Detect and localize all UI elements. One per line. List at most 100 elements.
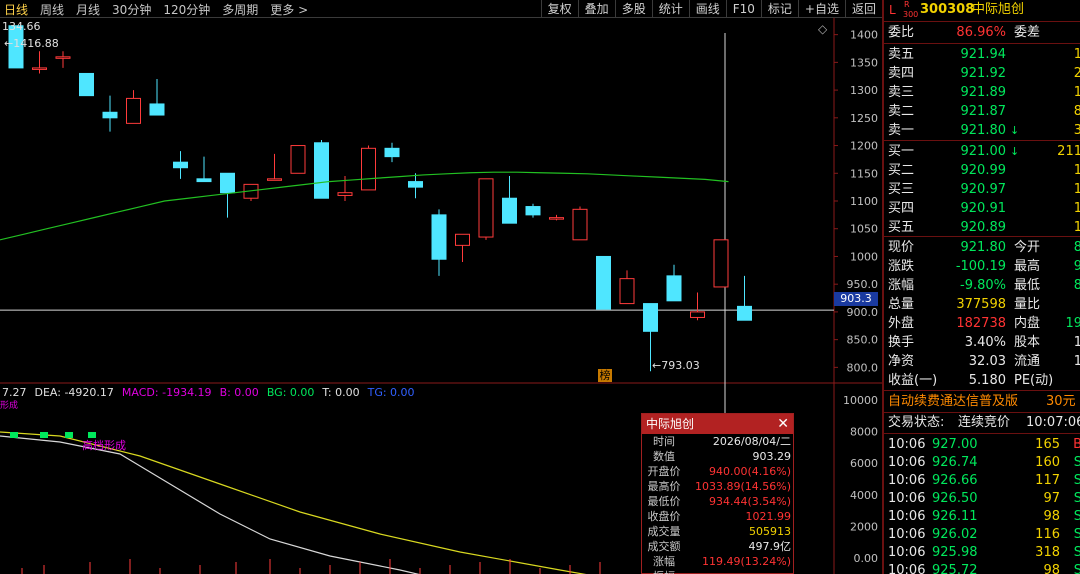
signal-marker bbox=[65, 432, 73, 438]
sub-axis-label: 4000 bbox=[850, 489, 878, 502]
tick-flag: S bbox=[1074, 526, 1080, 544]
stat-value: -9.80% bbox=[960, 278, 1006, 293]
toolbar-action-button[interactable]: 标记 bbox=[760, 0, 798, 18]
stat-key: 总量 bbox=[888, 297, 915, 312]
tick-row: 10:06 925.72 98 S bbox=[886, 562, 1080, 574]
ad-price[interactable]: 30元 bbox=[1046, 392, 1076, 411]
stat-value-2: 8 bbox=[1074, 238, 1080, 257]
stat-row: 换手 3.40% 股本 1 bbox=[886, 333, 1080, 352]
tooltip-row: 最高价 1033.89(14.56%) bbox=[642, 479, 793, 494]
toolbar-action-button[interactable]: 多股 bbox=[614, 0, 652, 18]
tooltip-value: 940.00(4.16%) bbox=[708, 465, 791, 478]
tick-price: 926.11 bbox=[932, 509, 978, 524]
tick-row: 10:06 926.11 98 S bbox=[886, 508, 1080, 526]
ad-banner[interactable]: 自动续费通达信普及版 30元 bbox=[886, 392, 1080, 412]
price-axis-label: 1150 bbox=[850, 167, 878, 180]
tick-flag: S bbox=[1074, 508, 1080, 526]
ad-text[interactable]: 自动续费通达信普及版 bbox=[888, 392, 1018, 411]
bid-price: 920.99 bbox=[960, 163, 1007, 178]
stat-row: 涨幅 -9.80% 最低 8 bbox=[886, 276, 1080, 295]
sub-axis-label: 2000 bbox=[850, 521, 878, 534]
tick-time: 10:06 bbox=[888, 491, 926, 506]
trade-status-value: 连续竞价 bbox=[958, 415, 1011, 430]
tick-time: 10:06 bbox=[888, 563, 926, 574]
candlestick bbox=[126, 90, 141, 124]
stat-key: 收益(一) bbox=[888, 373, 938, 388]
candlestick bbox=[619, 270, 635, 305]
tooltip-value: 505913 bbox=[749, 525, 791, 538]
bid-level-row: 买五 920.89 1 bbox=[886, 218, 1080, 237]
level-l-icon[interactable]: L bbox=[889, 1, 896, 20]
toolbar-action-button[interactable]: 返回 bbox=[844, 0, 882, 18]
rank-badge[interactable]: 榜 bbox=[598, 369, 612, 382]
stat-value: 182738 bbox=[956, 316, 1006, 331]
stat-value-2: 19 bbox=[1065, 316, 1080, 331]
tick-price: 926.02 bbox=[932, 527, 978, 542]
tooltip-key: 数值 bbox=[653, 450, 675, 463]
chart-settings-icon[interactable]: ◇ bbox=[818, 22, 827, 36]
stat-value-2: 8 bbox=[1074, 276, 1080, 295]
kline-chart[interactable]: 1400 1350 1300 1250 1200 1150 1100 1050 1000 950.… bbox=[0, 18, 882, 384]
tooltip-row: 数值 903.29 bbox=[642, 449, 793, 464]
candlestick bbox=[478, 178, 494, 240]
candlestick bbox=[690, 292, 705, 321]
tick-time: 10:06 bbox=[888, 527, 926, 542]
stat-key-2: PE(动) bbox=[1014, 373, 1054, 388]
candlestick bbox=[408, 173, 423, 199]
tick-flag: S bbox=[1074, 490, 1080, 508]
period-tab[interactable]: 月线 bbox=[76, 1, 100, 18]
bid-level-row: 买四 920.91 1 bbox=[886, 199, 1080, 218]
period-tab[interactable]: 多周期 bbox=[222, 1, 258, 18]
period-tab[interactable]: 30分钟 bbox=[112, 1, 151, 18]
stat-key-2: 最低 bbox=[1014, 278, 1041, 293]
toolbar-action-button[interactable]: 统计 bbox=[651, 0, 689, 18]
tooltip-key: 最高价 bbox=[647, 480, 681, 493]
stat-key-2: 股本 bbox=[1014, 335, 1041, 350]
tooltip-row: 最低价 934.44(3.54%) bbox=[642, 494, 793, 509]
close-icon[interactable]: ✕ bbox=[777, 414, 789, 434]
period-tab[interactable]: 日线 bbox=[4, 1, 28, 18]
tooltip-title: 中际旭创 bbox=[646, 417, 695, 431]
tooltip-key: 时间 bbox=[653, 435, 675, 448]
stat-value: 377598 bbox=[956, 297, 1006, 312]
candlestick bbox=[666, 264, 682, 302]
tick-row: 10:06 926.50 97 S bbox=[886, 490, 1080, 508]
price-axis-label: 1050 bbox=[850, 223, 878, 236]
stat-key-2: 流通 bbox=[1014, 354, 1041, 369]
order-ratio-label: 委比 bbox=[888, 25, 915, 40]
ask-level-label: 卖五 bbox=[888, 47, 915, 62]
ask-price: 921.94 bbox=[960, 47, 1007, 62]
order-ratio-row: 委比 86.96% 委差 bbox=[886, 23, 1080, 42]
candlestick bbox=[596, 255, 611, 310]
candlestick bbox=[220, 172, 235, 218]
tooltip-rows: 时间 2026/08/04/二 数值 903.29 开盘价 940.00(4.16%) 最高… bbox=[642, 434, 793, 574]
ask-level-row: 卖三 921.89 1 bbox=[886, 83, 1080, 102]
high-price-label: ←1416.88 bbox=[4, 37, 59, 50]
tick-volume: 116 bbox=[1035, 527, 1060, 542]
toolbar-action-button[interactable]: 叠加 bbox=[577, 0, 615, 18]
stat-key: 换手 bbox=[888, 335, 915, 350]
candlestick bbox=[102, 95, 118, 132]
tooltip-row: 成交额 497.9亿 bbox=[642, 539, 793, 554]
tick-row: 10:06 926.66 117 S bbox=[886, 472, 1080, 490]
stat-key: 净资 bbox=[888, 354, 915, 369]
stock-header: L R 300 300308 中际旭创 bbox=[886, 0, 1080, 20]
stat-row: 收益(一) 5.180 PE(动) bbox=[886, 371, 1080, 390]
period-tab[interactable]: 周线 bbox=[40, 1, 64, 18]
toolbar-action-button[interactable]: +自选 bbox=[797, 0, 845, 18]
tick-price: 926.66 bbox=[932, 473, 978, 488]
price-axis-label: 1000 bbox=[850, 250, 878, 263]
toolbar-action-button[interactable]: F10 bbox=[725, 0, 761, 18]
toolbar-action-button[interactable]: 复权 bbox=[540, 0, 578, 18]
period-tab[interactable]: 120分钟 bbox=[163, 1, 210, 18]
tooltip-value: 903.29 bbox=[752, 450, 792, 463]
toolbar-action-button[interactable]: 画线 bbox=[688, 0, 726, 18]
ask-level-row: 卖五 921.94 1 bbox=[886, 45, 1080, 64]
stat-key: 涨幅 bbox=[888, 278, 915, 293]
bid-volume: 211 bbox=[1057, 144, 1080, 159]
down-arrow-icon: ↓ bbox=[1010, 124, 1020, 137]
pattern-label: 高档形成 bbox=[82, 439, 126, 452]
tick-price: 926.50 bbox=[932, 491, 978, 506]
period-tab[interactable]: 更多 > bbox=[270, 1, 308, 18]
low-price-label: ←793.03 bbox=[652, 359, 700, 372]
